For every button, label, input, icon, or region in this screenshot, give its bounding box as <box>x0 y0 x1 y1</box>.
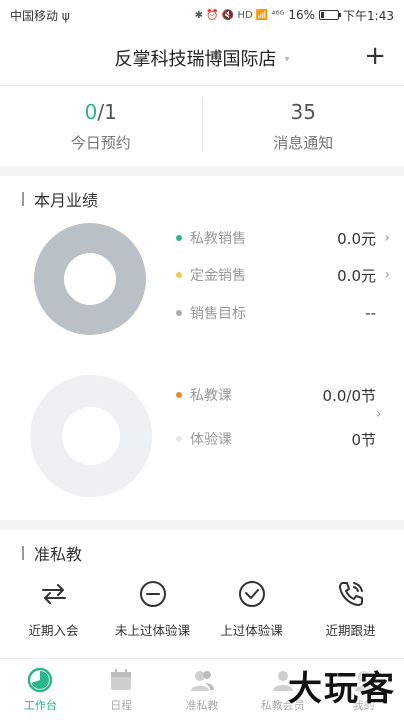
appointments-done: 0 <box>84 99 98 124</box>
sales-target-value: -- <box>365 304 376 322</box>
add-button[interactable]: + <box>364 42 386 70</box>
tab-prospects-label: 准私教 <box>185 698 219 712</box>
quick-actions: 近期入会 未上过体验课 上过体验课 近期跟进 <box>0 578 404 639</box>
status-bar: 中国移动 ψ ✱ ⏰ 🔇 HD 📶 ⁴⁶ᴳ 16% 下午1:43 <box>0 0 404 30</box>
appointments-total: /1 <box>97 99 117 124</box>
private-classes-value: 0.0/0节 <box>322 386 376 405</box>
status-indicators: ✱ ⏰ 🔇 HD 📶 ⁴⁶ᴳ 16% 下午1:43 <box>195 7 394 24</box>
recent-joins-label: 近期入会 <box>28 623 79 638</box>
section-marker <box>22 546 24 560</box>
calendar-icon <box>111 668 132 690</box>
sales-donut <box>34 223 146 335</box>
stat-appointments[interactable]: 0/1 今日预约 <box>0 86 202 166</box>
action-no-trial[interactable]: 未上过体验课 <box>103 578 202 639</box>
private-sales-label: 私教销售 <box>190 231 246 247</box>
app-header: 反掌科技瑞博国际店 ▾ + <box>0 30 404 86</box>
private-classes-label: 私教课 <box>190 388 232 404</box>
appointments-label: 今日预约 <box>70 133 131 152</box>
recent-followups-label: 近期跟进 <box>325 623 376 638</box>
prospects-title: 准私教 <box>34 545 83 564</box>
section-title-performance: 本月业绩 <box>0 176 404 222</box>
users-icon <box>190 670 214 691</box>
battery-percent: 16% <box>288 8 316 22</box>
performance-title: 本月业绩 <box>34 191 99 210</box>
dashboard-icon <box>28 667 53 692</box>
tab-workbench-label: 工作台 <box>23 698 57 712</box>
trial-classes-value: 0节 <box>351 430 376 449</box>
messages-count: 35 <box>290 99 316 124</box>
swap-arrows-icon <box>38 578 70 610</box>
had-trial-label: 上过体验课 <box>220 623 283 638</box>
chevron-down-icon[interactable]: ▾ <box>284 54 289 65</box>
deposit-sales-label: 定金销售 <box>190 268 246 284</box>
watermark: 大玩客 <box>288 669 396 709</box>
section-title-prospects: 准私教 <box>0 530 404 576</box>
battery-icon <box>319 10 342 20</box>
stat-messages[interactable]: 35 消息通知 <box>203 86 404 166</box>
dot-sales-target <box>176 310 182 316</box>
trial-classes-label: 体验课 <box>190 432 232 448</box>
messages-label: 消息通知 <box>273 133 334 152</box>
chevron-right-icon[interactable]: › <box>376 406 382 422</box>
appointments-count: 0/1 <box>85 100 117 124</box>
tab-schedule[interactable]: 日程 <box>81 659 162 720</box>
section-marker <box>22 192 24 206</box>
carrier-label: 中国移动 ψ <box>10 8 70 23</box>
action-recent-joins[interactable]: 近期入会 <box>4 578 103 639</box>
tab-workbench[interactable]: 工作台 <box>0 659 81 720</box>
dot-private-sales <box>176 235 182 241</box>
monthly-performance: 本月业绩 私教销售 0.0元 › 定金销售 0.0元 › 销售目标 -- 私教课… <box>0 176 404 520</box>
classes-donut <box>30 375 152 497</box>
legend-row-private-sales[interactable]: 私教销售 0.0元 › <box>176 226 390 250</box>
store-name[interactable]: 反掌科技瑞博国际店 <box>114 45 276 71</box>
system-indicators: ✱ ⏰ 🔇 HD 📶 ⁴⁶ᴳ <box>194 9 285 21</box>
legend-row-sales-target: 销售目标 -- <box>176 301 390 325</box>
prospect-section: 准私教 近期入会 未上过体验课 上过体验课 近期跟进 <box>0 530 404 658</box>
minus-circle-icon <box>137 578 169 610</box>
dot-deposit-sales <box>176 272 182 278</box>
no-trial-label: 未上过体验课 <box>114 623 190 638</box>
legend-row-trial-classes: 体验课 0节 <box>176 427 390 451</box>
deposit-sales-value: 0.0元 <box>337 266 376 285</box>
private-sales-value: 0.0元 <box>337 229 376 248</box>
clock: 下午1:43 <box>343 8 394 23</box>
chevron-right-icon: › <box>384 230 390 246</box>
legend-row-deposit-sales[interactable]: 定金销售 0.0元 › <box>176 263 390 287</box>
tab-schedule-label: 日程 <box>110 698 133 712</box>
check-circle-icon <box>236 578 268 610</box>
chevron-right-icon: › <box>384 267 390 283</box>
tab-prospects[interactable]: 准私教 <box>162 659 243 720</box>
sales-target-label: 销售目标 <box>190 306 246 322</box>
legend-row-private-classes: 私教课 0.0/0节 <box>176 383 390 407</box>
phone-icon <box>335 578 367 610</box>
today-stats: 0/1 今日预约 35 消息通知 <box>0 86 404 166</box>
dot-trial-classes <box>176 436 182 442</box>
dot-private-classes <box>176 392 182 398</box>
action-recent-followups[interactable]: 近期跟进 <box>301 578 400 639</box>
action-had-trial[interactable]: 上过体验课 <box>202 578 301 639</box>
